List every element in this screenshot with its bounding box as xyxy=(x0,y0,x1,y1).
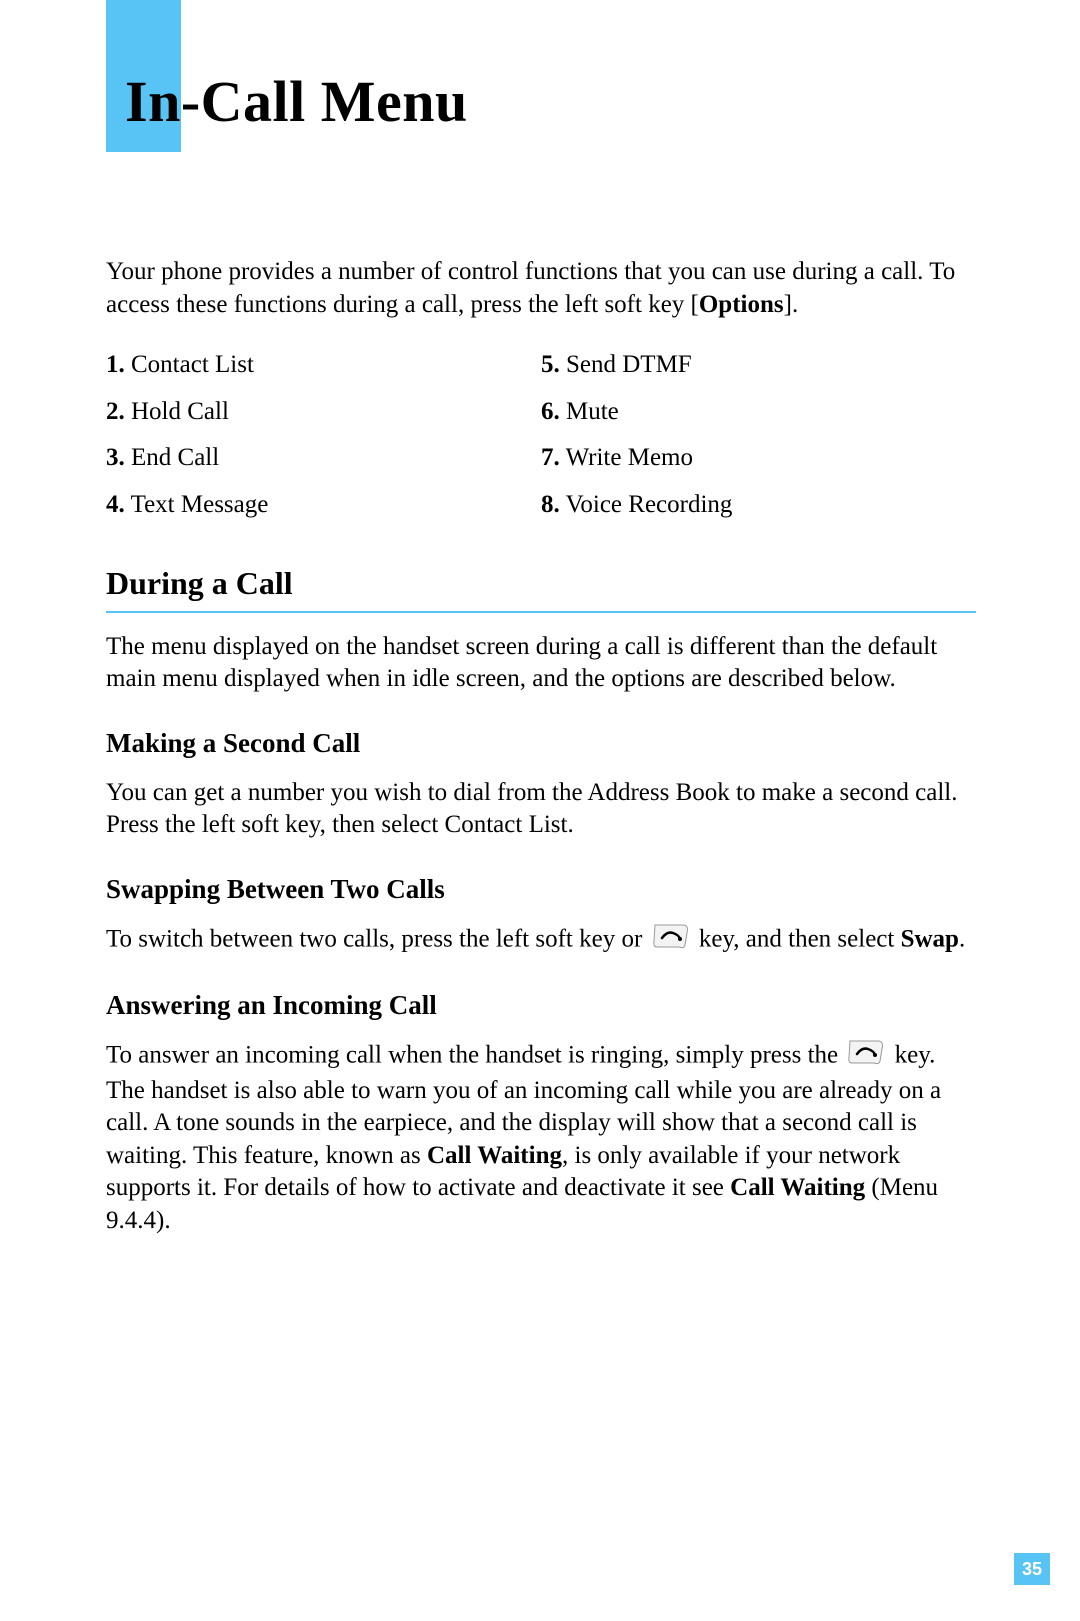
option-label: Write Memo xyxy=(566,444,693,471)
second-call-para: You can get a number you wish to dial fr… xyxy=(106,777,976,842)
option-num: 1. xyxy=(106,351,125,378)
option-mute: 6. Mute xyxy=(541,396,976,429)
option-send-dtmf: 5. Send DTMF xyxy=(541,349,976,382)
intro-text-2: ]. xyxy=(784,291,799,318)
intro-paragraph: Your phone provides a number of control … xyxy=(106,256,976,321)
option-write-memo: 7. Write Memo xyxy=(541,442,976,475)
option-label: Contact List xyxy=(131,351,254,378)
option-num: 8. xyxy=(541,491,560,518)
option-label: Text Message xyxy=(131,491,269,518)
option-label: Voice Recording xyxy=(566,491,733,518)
option-num: 2. xyxy=(106,398,125,425)
ans-bold-2: Call Waiting xyxy=(730,1174,865,1201)
options-list: 1. Contact List 2. Hold Call 3. End Call… xyxy=(106,349,976,535)
option-label: Send DTMF xyxy=(566,351,692,378)
option-end-call: 3. End Call xyxy=(106,442,541,475)
send-key-icon xyxy=(848,1039,884,1075)
subheading-answering: Answering an Incoming Call xyxy=(106,988,976,1023)
option-num: 3. xyxy=(106,444,125,471)
page: In-Call Menu Your phone provides a numbe… xyxy=(0,0,1080,1621)
swap-bold: Swap xyxy=(901,925,959,952)
option-contact-list: 1. Contact List xyxy=(106,349,541,382)
option-label: End Call xyxy=(131,444,219,471)
content-area: Your phone provides a number of control … xyxy=(106,256,976,1247)
chapter-title: In-Call Menu xyxy=(125,68,468,135)
intro-options-bold: Options xyxy=(699,291,784,318)
swapping-para: To switch between two calls, press the l… xyxy=(106,923,976,959)
option-num: 5. xyxy=(541,351,560,378)
swap-text-2: key, and then select xyxy=(693,925,901,952)
options-col-left: 1. Contact List 2. Hold Call 3. End Call… xyxy=(106,349,541,535)
option-label: Hold Call xyxy=(131,398,229,425)
page-number: 35 xyxy=(1014,1553,1050,1585)
send-key-icon xyxy=(653,923,689,959)
ans-bold-1: Call Waiting xyxy=(427,1142,562,1169)
option-text-message: 4. Text Message xyxy=(106,489,541,522)
option-voice-recording: 8. Voice Recording xyxy=(541,489,976,522)
ans-text-1: To answer an incoming call when the hand… xyxy=(106,1042,844,1069)
option-label: Mute xyxy=(566,398,619,425)
option-num: 7. xyxy=(541,444,560,471)
options-col-right: 5. Send DTMF 6. Mute 7. Write Memo 8. Vo… xyxy=(541,349,976,535)
section-heading-during-a-call: During a Call xyxy=(106,563,976,613)
swap-text-3: . xyxy=(959,925,965,952)
intro-text-1: Your phone provides a number of control … xyxy=(106,258,955,318)
option-num: 4. xyxy=(106,491,125,518)
subheading-making-second-call: Making a Second Call xyxy=(106,726,976,761)
option-hold-call: 2. Hold Call xyxy=(106,396,541,429)
option-num: 6. xyxy=(541,398,560,425)
during-call-para: The menu displayed on the handset screen… xyxy=(106,631,976,696)
subheading-swapping: Swapping Between Two Calls xyxy=(106,872,976,907)
swap-text-1: To switch between two calls, press the l… xyxy=(106,925,649,952)
answering-para: To answer an incoming call when the hand… xyxy=(106,1039,976,1237)
